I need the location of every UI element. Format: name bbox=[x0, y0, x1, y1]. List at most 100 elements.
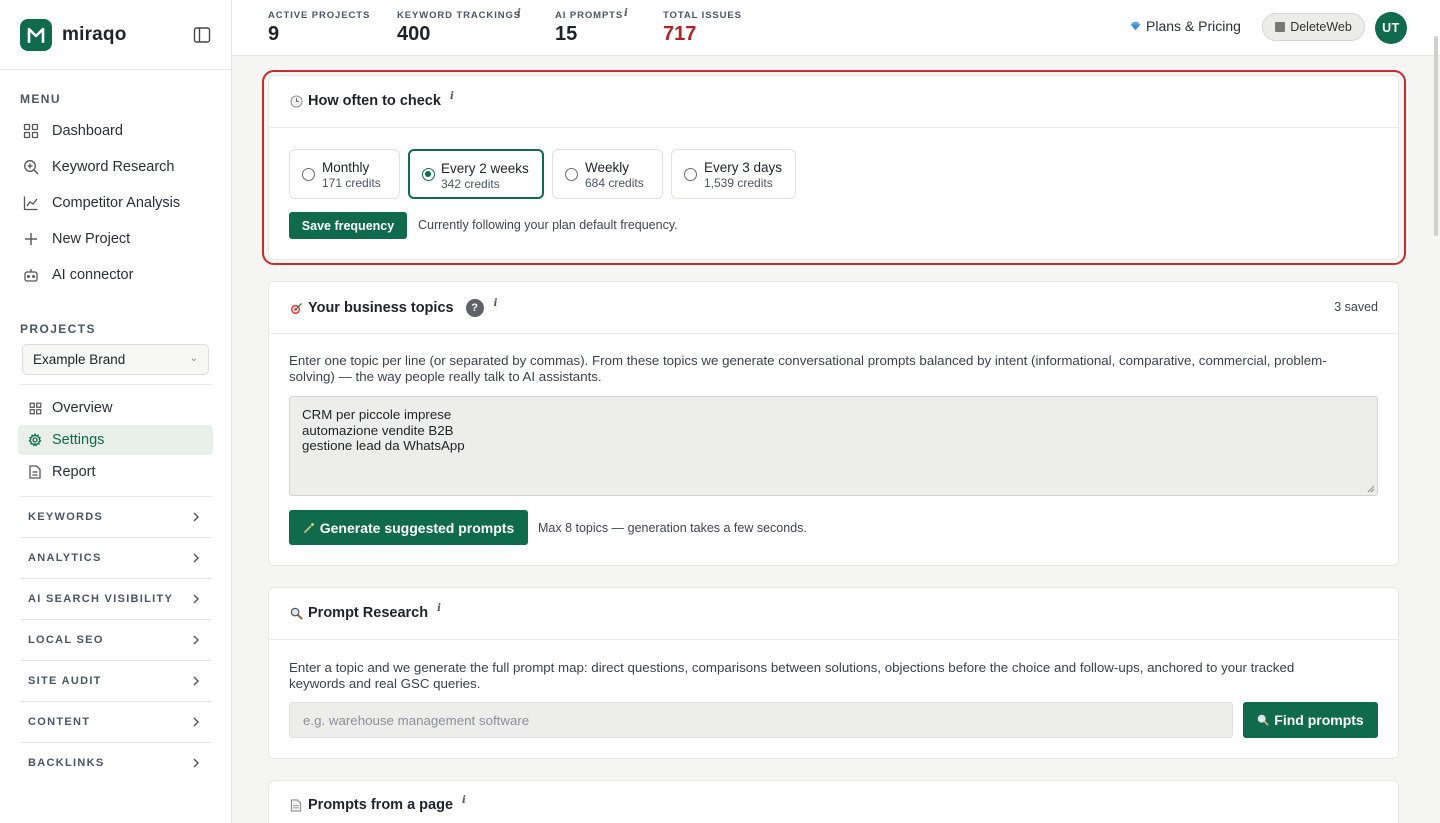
stat-label: ACTIVE PROJECTS bbox=[268, 10, 371, 21]
target-icon bbox=[289, 301, 303, 315]
save-frequency-button[interactable]: Save frequency bbox=[289, 212, 407, 239]
option-label: Every 2 weeks bbox=[441, 161, 529, 176]
frequency-option-weekly[interactable]: Weekly 684 credits bbox=[552, 149, 663, 199]
chevron-right-icon bbox=[193, 635, 199, 645]
radio-button[interactable] bbox=[565, 168, 578, 181]
stat-active-projects: ACTIVE PROJECTS 9 bbox=[268, 10, 370, 46]
frequency-option-monthly[interactable]: Monthly 171 credits bbox=[289, 149, 400, 199]
chevron-down-icon: ⌄ bbox=[189, 353, 198, 364]
divider bbox=[20, 384, 212, 385]
search-plus-icon bbox=[22, 158, 40, 176]
project-item-report[interactable]: Report bbox=[18, 457, 213, 487]
option-label: Monthly bbox=[322, 160, 370, 175]
radio-button-selected[interactable] bbox=[422, 168, 435, 181]
topic-search-input[interactable]: e.g. warehouse management software bbox=[289, 702, 1233, 738]
plus-icon bbox=[22, 230, 40, 248]
sidebar-group-backlinks[interactable]: BACKLINKS bbox=[20, 742, 212, 783]
topic-line: automazione vendite B2B bbox=[302, 422, 454, 438]
group-label: AI SEARCH VISIBILITY bbox=[28, 593, 174, 605]
sidebar-item-label: AI connector bbox=[52, 267, 134, 283]
workspace-button[interactable]: DeleteWeb bbox=[1262, 13, 1365, 41]
option-label: Every 3 days bbox=[704, 160, 783, 175]
sidebar-toggle-icon[interactable] bbox=[193, 26, 211, 44]
sidebar-group-content[interactable]: CONTENT bbox=[20, 701, 212, 742]
sidebar-group-site-audit[interactable]: SITE AUDIT bbox=[20, 660, 212, 701]
divider bbox=[0, 69, 231, 70]
gear-icon bbox=[28, 433, 42, 447]
resize-handle-icon[interactable] bbox=[1367, 485, 1375, 493]
description-line: Enter a topic and we generate the full p… bbox=[289, 660, 1295, 675]
topics-description: Enter one topic per line (or separated b… bbox=[289, 353, 1379, 385]
sidebar-group-keywords[interactable]: KEYWORDS bbox=[20, 496, 212, 537]
info-icon[interactable]: i bbox=[462, 795, 466, 806]
radio-button[interactable] bbox=[684, 168, 697, 181]
sidebar-item-label: Dashboard bbox=[52, 123, 123, 139]
button-label: Generate suggested prompts bbox=[319, 519, 515, 536]
frequency-option-every-2-weeks[interactable]: Every 2 weeks 342 credits bbox=[408, 149, 544, 199]
plans-pricing-link[interactable]: Plans & Pricing bbox=[1130, 18, 1241, 34]
info-icon[interactable]: i bbox=[494, 298, 498, 309]
page-prompts-card: Prompts from a page i bbox=[268, 780, 1399, 823]
stat-value: 400 bbox=[397, 23, 431, 45]
topic-line: CRM per piccole imprese bbox=[302, 407, 452, 422]
sidebar-item-ai-connector[interactable]: AI connector bbox=[22, 260, 212, 290]
stat-value: 717 bbox=[663, 23, 697, 45]
group-label: LOCAL SEO bbox=[28, 634, 104, 646]
chevron-right-icon bbox=[193, 512, 199, 522]
stat-keyword-trackings: KEYWORD TRACKINGS i 400 bbox=[397, 8, 522, 46]
frequency-status-text: Currently following your plan default fr… bbox=[418, 218, 678, 232]
magnifier-icon bbox=[289, 606, 303, 620]
card-header: Your business topics ? i 3 saved bbox=[269, 282, 1398, 334]
description-line: solving) — the way people really talk to… bbox=[289, 369, 602, 384]
sidebar-group-local-seo[interactable]: LOCAL SEO bbox=[20, 619, 212, 660]
info-icon[interactable]: i bbox=[437, 603, 441, 614]
radio-button[interactable] bbox=[302, 168, 315, 181]
card-title: Your business topics ? i bbox=[289, 298, 498, 317]
sidebar-group-ai-search-visibility[interactable]: AI SEARCH VISIBILITY bbox=[20, 578, 212, 619]
sidebar-item-competitor-analysis[interactable]: Competitor Analysis bbox=[22, 188, 212, 218]
sidebar-item-label: Keyword Research bbox=[52, 159, 175, 175]
sidebar-group-analytics[interactable]: ANALYTICS bbox=[20, 537, 212, 578]
group-label: KEYWORDS bbox=[28, 511, 104, 523]
group-label: SITE AUDIT bbox=[28, 675, 102, 687]
avatar[interactable]: UT bbox=[1375, 12, 1407, 44]
stat-label: KEYWORD TRACKINGS bbox=[397, 10, 522, 21]
card-header: Prompt Research i bbox=[269, 588, 1398, 640]
frequency-option-every-3-days[interactable]: Every 3 days 1,539 credits bbox=[671, 149, 796, 199]
project-item-settings[interactable]: Settings bbox=[18, 425, 213, 455]
menu-section-title: MENU bbox=[20, 92, 61, 106]
sidebar-item-keyword-research[interactable]: Keyword Research bbox=[22, 152, 212, 182]
info-icon[interactable]: i bbox=[517, 8, 522, 19]
sidebar: miraqo MENU Dashboard Keyword Research C… bbox=[0, 0, 232, 823]
sidebar-item-new-project[interactable]: New Project bbox=[22, 224, 212, 254]
research-description: Enter a topic and we generate the full p… bbox=[289, 660, 1379, 692]
search-icon bbox=[1257, 714, 1270, 726]
option-credits: 342 credits bbox=[441, 177, 500, 191]
find-prompts-button[interactable]: Find prompts bbox=[1243, 702, 1378, 738]
brand[interactable]: miraqo bbox=[20, 19, 127, 51]
card-title-text: How often to check bbox=[308, 93, 441, 109]
card-title: Prompts from a page i bbox=[289, 795, 466, 813]
group-label: ANALYTICS bbox=[28, 552, 102, 564]
card-title: Prompt Research i bbox=[289, 603, 441, 621]
document-icon bbox=[28, 465, 42, 479]
info-icon[interactable]: i bbox=[450, 91, 454, 102]
project-item-overview[interactable]: Overview bbox=[18, 393, 213, 423]
info-icon[interactable]: i bbox=[624, 8, 629, 19]
project-select[interactable]: Example Brand ⌄ bbox=[22, 344, 209, 375]
generate-prompts-button[interactable]: Generate suggested prompts bbox=[289, 510, 528, 545]
stat-label: AI PROMPTS bbox=[555, 10, 624, 21]
topics-hint: Max 8 topics — generation takes a few se… bbox=[538, 521, 807, 535]
clock-icon bbox=[289, 94, 303, 108]
stat-label-row: AI PROMPTS i bbox=[555, 8, 628, 21]
stat-value: 9 bbox=[268, 23, 280, 45]
sidebar-item-dashboard[interactable]: Dashboard bbox=[22, 116, 212, 146]
option-label: Weekly bbox=[585, 160, 630, 175]
scrollbar[interactable] bbox=[1434, 36, 1438, 236]
description-line: keywords and real GSC queries. bbox=[289, 676, 481, 691]
help-icon[interactable]: ? bbox=[465, 299, 484, 317]
saved-count: 3 saved bbox=[1334, 300, 1378, 314]
option-credits: 171 credits bbox=[322, 176, 381, 190]
topics-textarea[interactable]: CRM per piccole imprese automazione vend… bbox=[289, 396, 1378, 496]
page-icon bbox=[289, 798, 303, 812]
